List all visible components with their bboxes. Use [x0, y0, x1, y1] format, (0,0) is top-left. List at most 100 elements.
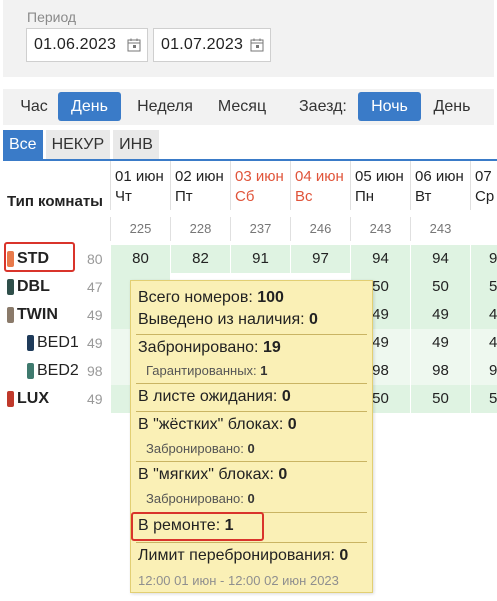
date-column-header[interactable]: 03 июн Сб	[230, 161, 290, 210]
availability-cell[interactable]: 4	[470, 329, 497, 357]
column-weekday: Вс	[295, 188, 313, 205]
room-type-header: Тип комнаты	[7, 193, 103, 210]
calendar-icon[interactable]	[250, 38, 264, 52]
column-total: 237	[230, 217, 290, 241]
availability-cell[interactable]: 94	[350, 245, 410, 273]
tooltip-value: 0	[247, 441, 255, 456]
room-type-name: TWIN	[17, 306, 58, 323]
arrival-label: Заезд:	[299, 97, 347, 115]
tab-inv[interactable]: ИНВ	[113, 130, 159, 159]
tooltip-total-rooms: Всего номеров: 100	[138, 289, 284, 307]
room-group-tabs: Все НЕКУР ИНВ	[3, 130, 159, 159]
scale-month-button[interactable]: Месяц	[207, 92, 277, 121]
arrival-day-button[interactable]: День	[424, 92, 480, 121]
availability-cell[interactable]: 91	[230, 245, 290, 273]
tooltip-label: Лимит перебронирования:	[138, 547, 335, 564]
column-weekday: Вт	[415, 188, 432, 205]
availability-cell[interactable]: 49	[410, 301, 470, 329]
column-weekday: Пт	[175, 188, 193, 205]
tooltip-label: Забронировано:	[146, 491, 244, 506]
column-total: 243	[410, 217, 470, 241]
availability-cell[interactable]: 82	[170, 245, 230, 273]
date-column-header[interactable]: 07 Ср	[470, 161, 497, 210]
room-color-swatch	[7, 391, 14, 407]
column-total: 228	[170, 217, 230, 241]
room-color-swatch	[27, 363, 34, 379]
room-capacity: 49	[87, 391, 103, 407]
tooltip-value: 0	[247, 491, 255, 506]
availability-cell[interactable]: 50	[410, 273, 470, 301]
tooltip-label: В листе ожидания:	[138, 388, 278, 405]
room-capacity: 49	[87, 307, 103, 323]
tooltip-value: 100	[257, 289, 284, 306]
column-weekday: Сб	[235, 188, 255, 205]
room-capacity: 98	[87, 363, 103, 379]
tooltip-value: 0	[278, 466, 288, 483]
availability-cell[interactable]: 4	[470, 301, 497, 329]
arrival-night-button[interactable]: Ночь	[358, 92, 421, 121]
tooltip-overbooking: Лимит перебронирования: 0	[138, 547, 348, 565]
date-column-header[interactable]: 02 июн Пт	[170, 161, 230, 210]
tooltip-hard-booked: Забронировано: 0	[146, 441, 255, 456]
tooltip-out-of-service: Выведено из наличия: 0	[138, 311, 318, 329]
tooltip-value: 0	[281, 388, 291, 405]
room-color-swatch	[7, 279, 14, 295]
column-date: 03 июн	[235, 168, 284, 185]
scale-week-button[interactable]: Неделя	[125, 92, 205, 121]
date-column-header[interactable]: 06 июн Вт	[410, 161, 470, 210]
room-type-name: BED1	[37, 334, 79, 351]
availability-cell[interactable]: 97	[290, 245, 350, 273]
scale-hour-button[interactable]: Час	[11, 92, 57, 121]
column-total: 243	[350, 217, 410, 241]
availability-cell[interactable]: 98	[410, 357, 470, 385]
availability-cell[interactable]: 80	[110, 245, 170, 273]
room-type-row-std: STD 80 80 82 91 97 94 94 9	[3, 245, 497, 273]
tooltip-label: Забронировано:	[138, 339, 259, 356]
tooltip-value: 1	[260, 363, 268, 378]
room-color-swatch	[7, 307, 14, 323]
date-to-input[interactable]: 01.07.2023	[153, 28, 271, 62]
room-type-label[interactable]: BED2	[27, 357, 79, 385]
availability-cell[interactable]: 5	[470, 385, 497, 413]
tooltip-label: Забронировано:	[146, 441, 244, 456]
column-weekday: Ср	[475, 188, 495, 205]
scale-day-button[interactable]: День	[58, 92, 121, 121]
column-weekday: Чт	[115, 188, 132, 205]
tooltip-soft-blocks: В "мягких" блоках: 0	[138, 466, 287, 484]
availability-cell[interactable]: 5	[470, 273, 497, 301]
tooltip-value: 19	[262, 339, 281, 356]
availability-cell[interactable]: 9	[470, 245, 497, 273]
availability-cell[interactable]: 50	[410, 385, 470, 413]
tab-nekur[interactable]: НЕКУР	[45, 130, 111, 159]
room-type-name: DBL	[17, 278, 50, 295]
column-total: 225	[110, 217, 170, 241]
availability-cell[interactable]: 94	[410, 245, 470, 273]
date-from-value: 01.06.2023	[34, 36, 117, 53]
tooltip-value: 0	[339, 547, 349, 564]
column-date: 02 июн	[175, 168, 224, 185]
tooltip-label: В "жёстких" блоках:	[138, 416, 284, 433]
date-column-header[interactable]: 01 июн Чт	[110, 161, 170, 210]
room-type-label[interactable]: TWIN	[7, 301, 58, 329]
date-to-value: 01.07.2023	[161, 36, 244, 53]
availability-cell[interactable]: 49	[410, 329, 470, 357]
tab-all[interactable]: Все	[3, 130, 43, 159]
room-type-label[interactable]: LUX	[7, 385, 49, 413]
date-column-header[interactable]: 04 июн Вс	[290, 161, 350, 210]
repair-highlight-box	[131, 512, 264, 541]
column-date: 01 июн	[115, 168, 164, 185]
room-capacity: 80	[87, 251, 103, 267]
room-type-label[interactable]: BED1	[27, 329, 79, 357]
tooltip-divider	[136, 461, 367, 462]
view-toolbar: Час День Неделя Месяц Заезд: Ночь День	[3, 89, 494, 125]
availability-tooltip: Всего номеров: 100 Выведено из наличия: …	[130, 280, 373, 593]
availability-cell[interactable]: 9	[470, 357, 497, 385]
tooltip-label: Всего номеров:	[138, 289, 253, 306]
room-type-name: BED2	[37, 362, 79, 379]
tooltip-label: Выведено из наличия:	[138, 311, 305, 328]
date-from-input[interactable]: 01.06.2023	[26, 28, 148, 62]
calendar-icon[interactable]	[127, 38, 141, 52]
column-total: 246	[290, 217, 350, 241]
room-type-label[interactable]: DBL	[7, 273, 50, 301]
date-column-header[interactable]: 05 июн Пн	[350, 161, 410, 210]
